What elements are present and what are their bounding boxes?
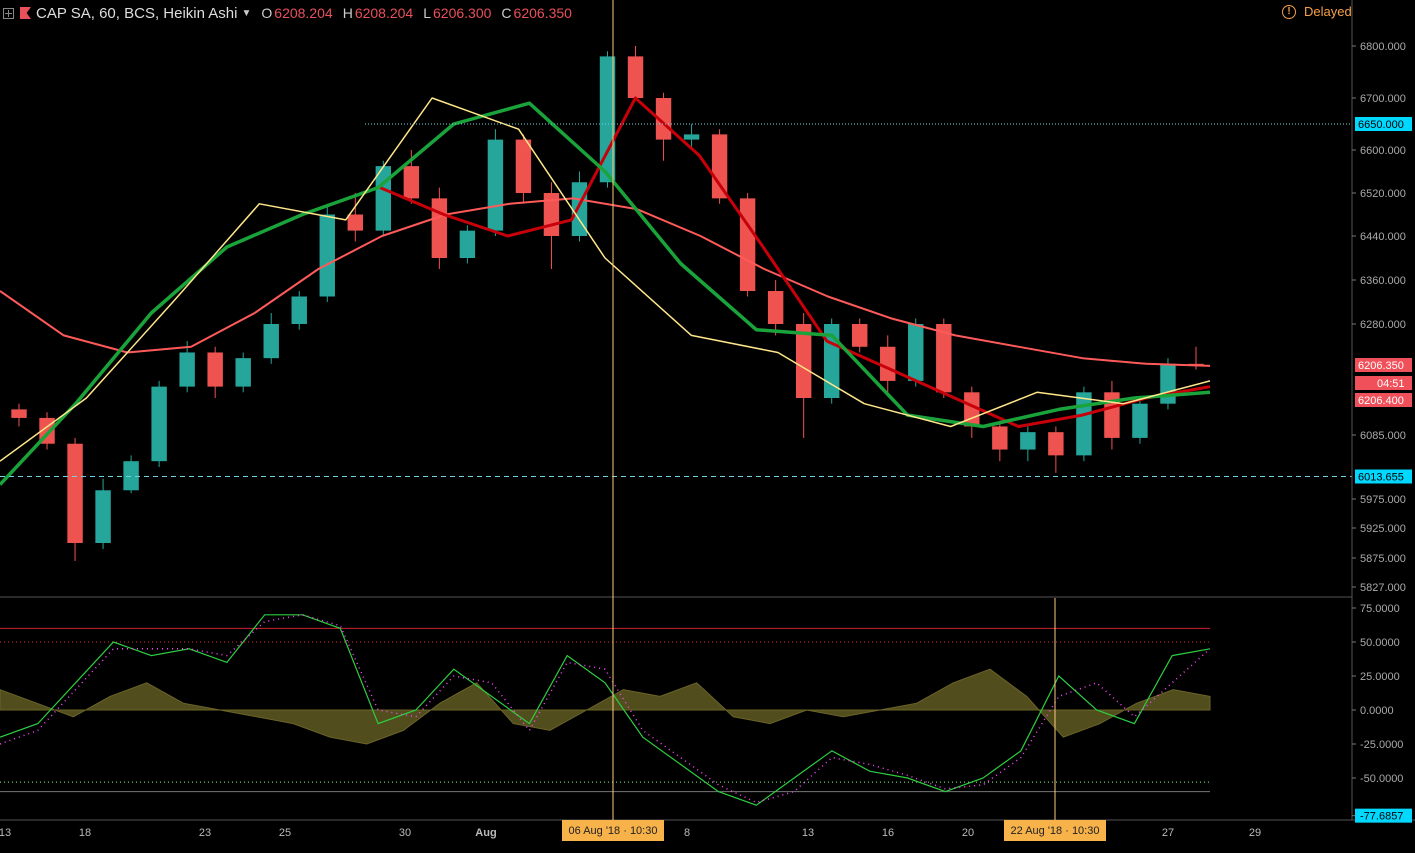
candle-body [880,346,896,381]
red-flag-icon[interactable] [20,7,31,19]
oscillator-tick-label: 25.0000 [1360,671,1400,683]
moving-average-line [0,197,1211,367]
candle-body [95,490,111,543]
time-axis-label: 20 [962,827,974,839]
candle-body [319,214,335,297]
candle-body [908,324,924,381]
crosshair-time-label: 22 Aug '18 · 10:30 [1011,825,1100,837]
exclamation-circle-icon: ! [1282,4,1296,19]
price-marker-label: 6206.400 [1358,395,1404,407]
time-axis-label: 8 [684,827,690,839]
candle-body [403,166,420,199]
delayed-status[interactable]: ! Delayed [1282,4,1352,19]
candle-body [179,352,195,387]
candle-body [992,426,1008,450]
candle-body [123,461,139,491]
time-axis-label: 23 [199,827,211,839]
price-pane [0,46,1352,562]
close-label: C [501,5,512,21]
candle-body [1160,363,1176,404]
candle-body [263,324,279,359]
candle-body [487,139,504,231]
price-tick-label: 5975.000 [1360,494,1406,506]
candle-body [235,358,251,387]
price-tick-label: 6360.000 [1360,275,1406,287]
candle-body [347,214,363,231]
candle-body [291,296,307,324]
high-value: 6208.204 [354,5,414,21]
time-axis-label: 13 [0,827,11,839]
candle-body [683,134,700,140]
oscillator-tick-label: -25.0000 [1360,739,1403,751]
time-axis-label: 13 [802,827,814,839]
candle-body [852,324,868,347]
oscillator-tick-label: 75.0000 [1360,603,1400,615]
price-tick-label: 6700.000 [1360,93,1406,105]
candle-body [767,291,784,324]
price-tick-label: 6800.000 [1360,41,1406,53]
price-tick-label: 5827.000 [1360,582,1406,594]
time-axis-label: Aug [475,827,496,839]
candle-body [11,409,27,418]
candle-body [459,230,476,258]
crosshair-time-label: 06 Aug '18 · 10:30 [569,825,658,837]
symbol-title[interactable]: CAP SA, 60, BCS, Heikin Ashi [36,5,237,22]
moving-average-line [379,96,1211,428]
candle-body [1020,432,1036,450]
axes: 6800.000 6700.000 6600.000 6520.000 6440.000… [0,0,1415,841]
price-tick-label: 6600.000 [1360,145,1406,157]
price-tick-label: 6280.000 [1360,319,1406,331]
candle-body [515,139,532,193]
price-tick-label: 5925.000 [1360,523,1406,535]
oscillator-histogram [0,668,1211,745]
candle-body [1076,392,1092,456]
price-tick-label: 6085.000 [1360,430,1406,442]
close-value: 6206.350 [513,5,572,21]
candle-body [711,134,728,199]
oscillator-tick-label: 50.0000 [1360,637,1400,649]
oscillator-tick-label: 0.0000 [1360,705,1394,717]
time-axis-label: 25 [279,827,291,839]
chart-canvas[interactable]: 6800.000 6700.000 6600.000 6520.000 6440.000… [0,0,1415,853]
candle-body [1048,432,1064,456]
price-tick-label: 5875.000 [1360,553,1406,565]
price-marker-label: 6013.655 [1358,472,1404,484]
open-value: 6208.204 [274,5,333,21]
oscillator-tick-label: -50.0000 [1360,773,1403,785]
price-marker-label: 6650.000 [1358,119,1404,131]
price-marker-label: 6206.350 [1358,360,1404,372]
time-axis-label: 27 [1162,827,1174,839]
candle-body [1132,403,1148,438]
low-value: 6206.300 [433,5,492,21]
time-axis-label: 30 [399,827,411,839]
candle-body [375,166,392,231]
candle-body [207,352,223,387]
oscillator-tick-label: -77.6857 [1360,811,1403,823]
chevron-down-icon[interactable]: ▼ [241,8,251,19]
high-label: H [342,5,353,21]
low-label: L [423,5,432,21]
chart-header: CAP SA, 60, BCS, Heikin Ashi ▼ O 6208.20… [0,4,582,22]
price-marker-label: 04:51 [1377,378,1405,390]
delayed-label: Delayed [1304,4,1352,19]
time-axis-label: 29 [1249,827,1261,839]
oscillator-pane [0,614,1211,806]
time-axis-label: 16 [882,827,894,839]
open-label: O [261,5,273,21]
time-axis-label: 18 [79,827,91,839]
price-tick-label: 6520.000 [1360,188,1406,200]
candle-body [431,198,448,258]
candle-body [67,443,83,543]
plus-square-icon[interactable] [3,7,14,19]
candle-body [627,56,644,98]
price-tick-label: 6440.000 [1360,231,1406,243]
candle-body [739,198,756,291]
candle-body [151,386,167,462]
